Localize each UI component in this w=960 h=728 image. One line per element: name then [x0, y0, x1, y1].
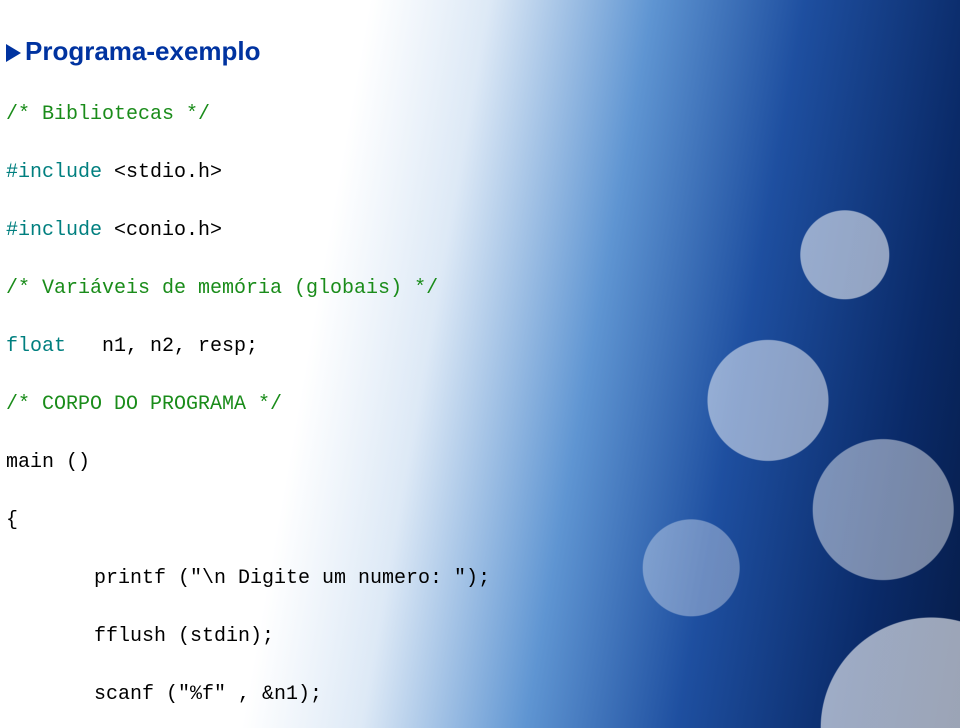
code-line: #include <stdio.h>	[6, 158, 960, 187]
code-text: <conio.h>	[102, 219, 222, 242]
heading-row: Programa-exemplo	[6, 33, 960, 71]
code-line: #include <conio.h>	[6, 216, 960, 245]
code-line: {	[6, 506, 960, 535]
code-comment: /* CORPO DO PROGRAMA */	[6, 390, 960, 419]
triangle-bullet-icon	[6, 44, 21, 62]
code-line: printf ("\n Digite um numero: ");	[6, 564, 960, 593]
keyword: float	[6, 335, 66, 358]
code-text: <stdio.h>	[102, 161, 222, 184]
slide-title: Programa-exemplo	[25, 33, 261, 71]
code-line: fflush (stdin);	[6, 622, 960, 651]
code-comment: /* Bibliotecas */	[6, 100, 960, 129]
code-comment: /* Variáveis de memória (globais) */	[6, 274, 960, 303]
code-line: scanf ("%f" , &n1);	[6, 680, 960, 709]
code-text: n1, n2, resp;	[66, 335, 258, 358]
preproc: #include	[6, 219, 102, 242]
preproc: #include	[6, 161, 102, 184]
code-line: main ()	[6, 448, 960, 477]
slide-content: Programa-exemplo /* Bibliotecas */ #incl…	[0, 0, 960, 728]
code-line: float n1, n2, resp;	[6, 332, 960, 361]
